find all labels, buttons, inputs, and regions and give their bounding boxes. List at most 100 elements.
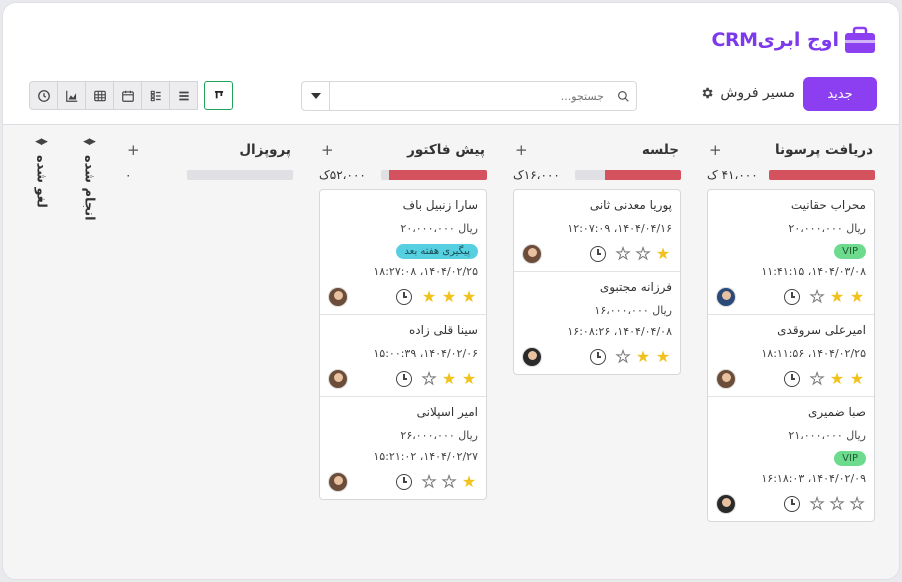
clock-icon[interactable]: [590, 246, 606, 262]
star-icon[interactable]: ★: [654, 246, 672, 262]
deal-card[interactable]: صبا ضمیری ریال ۲۱،۰۰۰،۰۰۰ VIP ۱۴۰۴/۰۲/۰۹…: [708, 397, 874, 521]
vip-badge: VIP: [834, 451, 866, 466]
card-list: محراب حقانیت ریال ۲۰،۰۰۰،۰۰۰ VIP ۱۴۰۴/۰۳…: [707, 189, 875, 522]
clock-icon[interactable]: [396, 474, 412, 490]
star-icon[interactable]: ★: [828, 289, 846, 305]
star-icon[interactable]: ★: [614, 348, 632, 365]
card-name: امیر اسپلانی: [416, 405, 478, 419]
new-button[interactable]: جدید: [803, 77, 877, 111]
card-date: ۱۴۰۴/۰۲/۲۷، ۱۵:۲۱:۰۲: [373, 450, 478, 463]
star-icon[interactable]: ★: [654, 349, 672, 365]
star-icon[interactable]: ★: [634, 349, 652, 365]
expand-arrows-icon[interactable]: ◀▶: [83, 137, 96, 147]
deal-card[interactable]: امیر اسپلانی ریال ۲۶،۰۰۰،۰۰۰ ۱۴۰۴/۰۲/۲۷،…: [320, 397, 486, 499]
search-input[interactable]: [330, 89, 610, 103]
calendar-view-button[interactable]: [113, 81, 142, 110]
add-card-button[interactable]: +: [321, 141, 334, 159]
card-name: محراب حقانیت: [790, 198, 866, 212]
star-icon[interactable]: ★: [440, 473, 458, 490]
deal-card[interactable]: امیرعلی سروقدی ۱۴۰۴/۰۲/۲۵، ۱۸:۱۱:۵۶ ★ ★ ★: [708, 315, 874, 397]
clock-icon[interactable]: [784, 371, 800, 387]
column-title: دریافت پرسونا: [774, 142, 873, 158]
avatar: [716, 287, 736, 307]
card-name: پوریا معدنی ثانی: [589, 198, 672, 212]
column-progress-bar: [575, 170, 681, 180]
star-icon[interactable]: ★: [460, 289, 478, 305]
card-amount: ریال ۲۱،۰۰۰،۰۰۰: [788, 429, 866, 442]
add-card-button[interactable]: +: [515, 141, 528, 159]
card-name: سینا قلی زاده: [408, 323, 478, 337]
expand-arrows-icon[interactable]: ◀▶: [35, 137, 48, 147]
collapsed-column-done[interactable]: ◀▶ انجام شده: [77, 137, 101, 221]
star-icon[interactable]: ★: [848, 371, 866, 387]
app-logo[interactable]: CRMاوج ابری: [712, 25, 878, 55]
star-icon[interactable]: ★: [460, 474, 478, 490]
card-date: ۱۴۰۴/۰۲/۰۶، ۱۵:۰۰:۳۹: [373, 347, 478, 360]
search-icon: [610, 90, 636, 103]
card-date: ۱۴۰۴/۰۴/۱۶، ۱۲:۰۷:۰۹: [567, 222, 672, 235]
kanban-view-button[interactable]: [204, 81, 233, 110]
clock-icon[interactable]: [396, 371, 412, 387]
star-icon[interactable]: ★: [634, 245, 652, 262]
card-date: ۱۴۰۴/۰۲/۲۵، ۱۸:۲۷:۰۸: [373, 265, 478, 278]
deal-card[interactable]: سینا قلی زاده ۱۴۰۴/۰۲/۰۶، ۱۵:۰۰:۳۹ ★ ★ ★: [320, 315, 486, 397]
clock-icon[interactable]: [784, 496, 800, 512]
card-amount: ریال ۱۶،۰۰۰،۰۰۰: [594, 304, 672, 317]
deal-card[interactable]: محراب حقانیت ریال ۲۰،۰۰۰،۰۰۰ VIP ۱۴۰۴/۰۳…: [708, 190, 874, 315]
card-date: ۱۴۰۴/۰۴/۰۸، ۱۶:۰۸:۲۶: [567, 325, 672, 338]
logo-text: CRMاوج ابری: [711, 29, 840, 51]
star-icon[interactable]: ★: [848, 289, 866, 305]
star-icon[interactable]: ★: [460, 371, 478, 387]
column-title: جلسه: [641, 142, 679, 158]
star-icon[interactable]: ★: [808, 288, 826, 305]
column-meeting: جلسه + ۱۶،۰۰۰ک پوریا معدنی ثانی ۱۴۰۴/۰۴/…: [513, 135, 681, 375]
pipeline-label: مسیر فروش: [720, 85, 795, 101]
area-chart-icon: [65, 90, 77, 102]
calendar-icon: [121, 90, 134, 102]
list-detail-view-button[interactable]: [141, 81, 170, 110]
column-progress-bar: [187, 170, 293, 180]
star-icon[interactable]: ★: [440, 371, 458, 387]
vip-badge: VIP: [834, 244, 866, 259]
star-icon[interactable]: ★: [420, 289, 438, 305]
card-name: فرزانه مجتبوی: [599, 280, 672, 294]
star-icon[interactable]: ★: [828, 495, 846, 512]
star-icon[interactable]: ★: [440, 289, 458, 305]
kanban-icon: [214, 90, 223, 98]
clock-icon[interactable]: [784, 289, 800, 305]
crm-window: CRMاوج ابری جدید مسیر فروش جستجو... دریا…: [2, 2, 900, 580]
avatar: [522, 347, 542, 367]
clock-icon[interactable]: [590, 349, 606, 365]
list-detail-icon: [150, 90, 161, 101]
card-name: امیرعلی سروقدی: [777, 323, 866, 337]
star-icon[interactable]: ★: [614, 245, 632, 262]
star-icon[interactable]: ★: [420, 473, 438, 490]
star-icon[interactable]: ★: [808, 495, 826, 512]
deal-card[interactable]: فرزانه مجتبوی ریال ۱۶،۰۰۰،۰۰۰ ۱۴۰۴/۰۴/۰۸…: [514, 272, 680, 374]
table-view-button[interactable]: [85, 81, 114, 110]
star-icon[interactable]: ★: [828, 371, 846, 387]
collapsed-column-cancelled[interactable]: ◀▶ لغو شده: [29, 137, 53, 208]
chart-view-button[interactable]: [57, 81, 86, 110]
add-card-button[interactable]: +: [709, 141, 722, 159]
column-proposal: پروپزال + ۰: [125, 135, 293, 183]
card-date: ۱۴۰۴/۰۲/۲۵، ۱۸:۱۱:۵۶: [761, 347, 866, 360]
star-icon[interactable]: ★: [808, 370, 826, 387]
clock-view-button[interactable]: [29, 81, 58, 110]
deal-card[interactable]: پوریا معدنی ثانی ۱۴۰۴/۰۴/۱۶، ۱۲:۰۷:۰۹ ★ ★…: [514, 190, 680, 272]
card-date: ۱۴۰۴/۰۲/۰۹، ۱۶:۱۸:۰۳: [761, 472, 866, 485]
column-receive-persona: دریافت پرسونا + ۴۱،۰۰۰ ک محراب حقانیت ری…: [707, 135, 875, 522]
add-card-button[interactable]: +: [127, 141, 140, 159]
deal-card[interactable]: سارا زنبیل باف ریال ۲۰،۰۰۰،۰۰۰ پیگیری هف…: [320, 190, 486, 315]
search-dropdown[interactable]: [302, 82, 330, 110]
gear-icon[interactable]: [700, 86, 714, 100]
briefcase-icon: [845, 26, 875, 53]
column-title: پروپزال: [239, 142, 291, 158]
pipeline-selector[interactable]: مسیر فروش: [700, 85, 795, 101]
avatar: [328, 287, 348, 307]
star-icon[interactable]: ★: [420, 370, 438, 387]
caret-down-icon: [310, 93, 321, 99]
list-view-button[interactable]: [169, 81, 198, 110]
star-icon[interactable]: ★: [848, 495, 866, 512]
clock-icon[interactable]: [396, 289, 412, 305]
